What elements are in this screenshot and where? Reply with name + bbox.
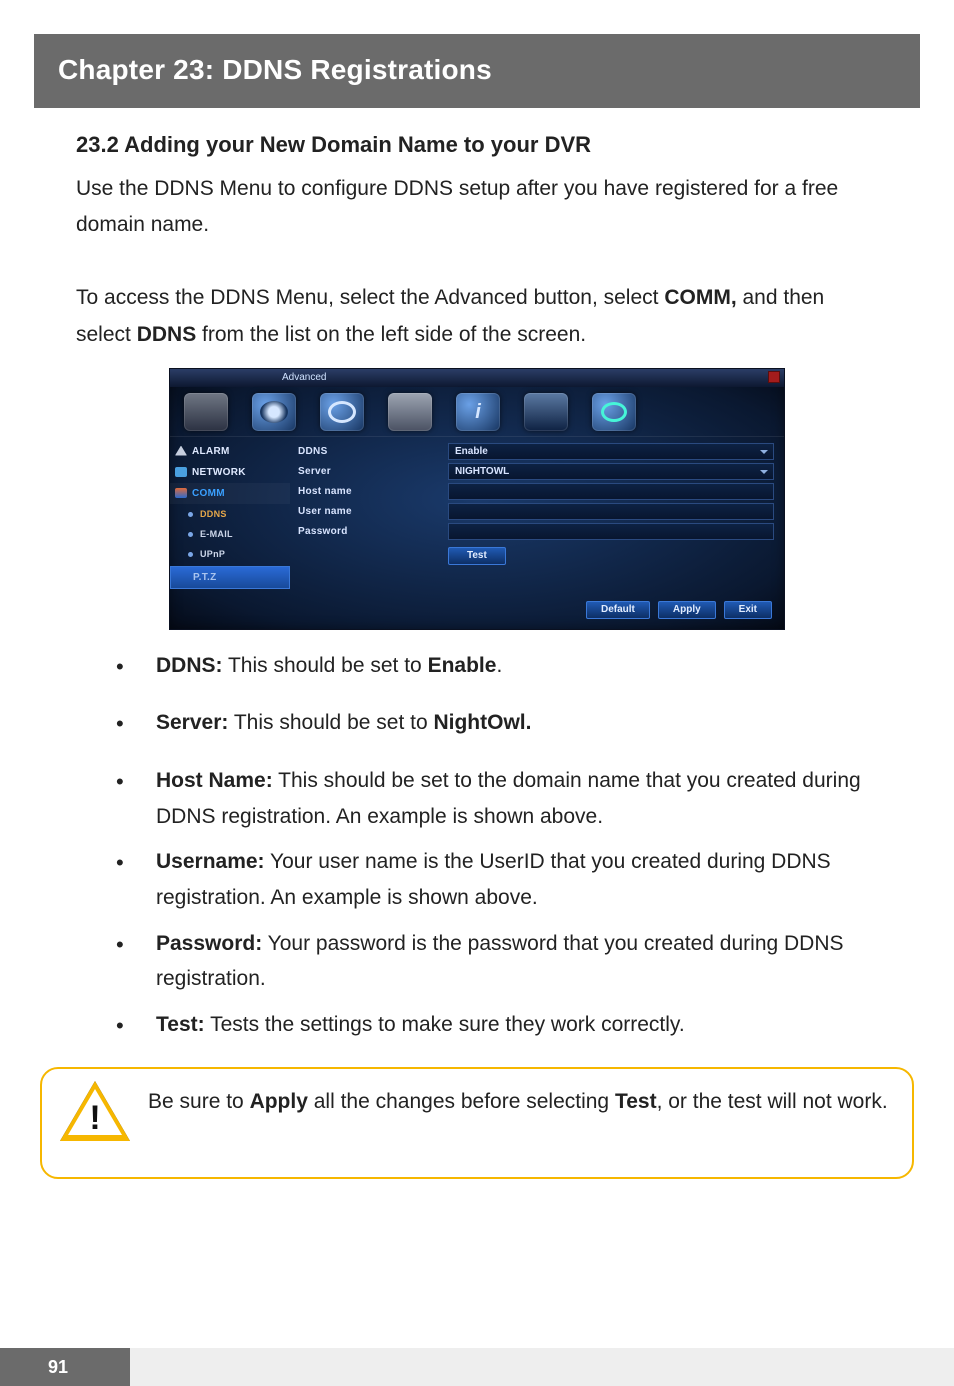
sidebar-subitem-email[interactable]: E-MAIL	[170, 524, 290, 544]
bold-comm: COMM,	[664, 286, 736, 309]
default-button[interactable]: Default	[586, 601, 650, 619]
section-heading: 23.2 Adding your New Domain Name to your…	[76, 126, 878, 165]
select-ddns-enable[interactable]: Enable	[448, 443, 774, 460]
dvr-footer: Default Apply Exit	[170, 593, 784, 629]
toolbar-power-icon[interactable]	[592, 393, 636, 431]
sidebar-item-ptz[interactable]: P.T.Z	[170, 566, 290, 589]
bullet-text: .	[496, 654, 502, 677]
input-hostname[interactable]	[448, 483, 774, 500]
sidebar-item-network[interactable]: NETWORK	[170, 462, 290, 483]
sidebar-label: E-MAIL	[200, 529, 233, 539]
bullet-key: Server:	[156, 711, 228, 734]
intro-paragraph-1: Use the DDNS Menu to configure DDNS setu…	[76, 171, 878, 245]
dvr-toolbar	[170, 387, 784, 437]
bullet-text: This should be set to	[228, 711, 433, 734]
sidebar-label: UPnP	[200, 549, 225, 559]
bullet-key: Username:	[156, 850, 265, 873]
text-fragment: from the list on the left side of the sc…	[196, 323, 586, 346]
bullet-key: Host Name:	[156, 769, 273, 792]
text-fragment: , or the test will not work.	[657, 1090, 888, 1113]
select-server[interactable]: NIGHTOWL	[448, 463, 774, 480]
bullet-test: Test: Tests the settings to make sure th…	[116, 1007, 878, 1043]
bold-ddns: DDNS	[137, 323, 197, 346]
dvr-window-title: Advanced	[282, 372, 326, 383]
sidebar-label: P.T.Z	[193, 572, 217, 583]
bullet-text: This should be set to	[223, 654, 428, 677]
sidebar-label: COMM	[192, 488, 225, 499]
warning-icon: !	[60, 1081, 130, 1145]
bullet-key: DDNS:	[156, 654, 223, 677]
alarm-icon	[175, 446, 187, 456]
bold-apply: Apply	[250, 1090, 308, 1113]
label-username: User name	[298, 506, 448, 517]
bold-test: Test	[615, 1090, 657, 1113]
bullet-key: Test:	[156, 1013, 205, 1036]
bullet-hostname: Host Name: This should be set to the dom…	[116, 763, 878, 834]
sidebar-label: NETWORK	[192, 467, 246, 478]
exit-button[interactable]: Exit	[724, 601, 772, 619]
bullet-ddns: DDNS: This should be set to Enable.	[116, 648, 878, 684]
bullet-value: NightOwl.	[433, 711, 531, 734]
toolbar-settings-icon[interactable]	[252, 393, 296, 431]
toolbar-search-icon[interactable]	[320, 393, 364, 431]
bullet-key: Password:	[156, 932, 262, 955]
caution-text: Be sure to Apply all the changes before …	[148, 1079, 888, 1121]
comm-icon	[175, 488, 187, 498]
sidebar-label: DDNS	[200, 509, 227, 519]
dvr-sidebar: ALARM NETWORK COMM DDNS E-MAIL UPnP P.T.…	[170, 437, 290, 593]
chapter-title: Chapter 23: DDNS Registrations	[58, 54, 896, 86]
close-icon[interactable]	[768, 371, 780, 383]
label-server: Server	[298, 466, 448, 477]
bullet-value: Enable	[428, 654, 497, 677]
bullet-server: Server: This should be set to NightOwl.	[116, 705, 878, 741]
label-ddns: DDNS	[298, 446, 448, 457]
dvr-form-panel: DDNS Enable Server NIGHTOWL Host name Us…	[290, 437, 784, 593]
text-fragment: Be sure to	[148, 1090, 250, 1113]
intro-paragraph-2: To access the DDNS Menu, select the Adva…	[76, 280, 878, 354]
bullet-password: Password: Your password is the password …	[116, 926, 878, 997]
page-number: 91	[0, 1348, 130, 1386]
sidebar-item-comm[interactable]: COMM	[170, 483, 290, 504]
toolbar-maintenance-icon[interactable]	[524, 393, 568, 431]
chapter-header: Chapter 23: DDNS Registrations	[34, 34, 920, 108]
input-username[interactable]	[448, 503, 774, 520]
label-password: Password	[298, 526, 448, 537]
bullet-username: Username: Your user name is the UserID t…	[116, 844, 878, 915]
footer-bar	[130, 1348, 954, 1386]
dvr-titlebar: Advanced	[170, 369, 784, 387]
sidebar-subitem-upnp[interactable]: UPnP	[170, 544, 290, 564]
toolbar-storage-icon[interactable]	[388, 393, 432, 431]
text-fragment: To access the DDNS Menu, select the Adva…	[76, 286, 664, 309]
sidebar-label: ALARM	[192, 446, 230, 457]
text-fragment: all the changes before selecting	[308, 1090, 615, 1113]
sidebar-subitem-ddns[interactable]: DDNS	[170, 504, 290, 524]
toolbar-info-icon[interactable]	[456, 393, 500, 431]
toolbar-system-icon[interactable]	[184, 393, 228, 431]
bullet-list: DDNS: This should be set to Enable. Serv…	[0, 644, 954, 1043]
label-hostname: Host name	[298, 486, 448, 497]
dvr-screenshot: Advanced ALARM NETWORK COMM DDNS E-MAIL …	[169, 368, 785, 630]
page-footer: 91	[0, 1348, 954, 1386]
apply-button[interactable]: Apply	[658, 601, 716, 619]
input-password[interactable]	[448, 523, 774, 540]
test-button[interactable]: Test	[448, 547, 506, 565]
network-icon	[175, 467, 187, 477]
bullet-text: Tests the settings to make sure they wor…	[205, 1013, 685, 1036]
sidebar-item-alarm[interactable]: ALARM	[170, 441, 290, 462]
caution-box: ! Be sure to Apply all the changes befor…	[40, 1067, 914, 1179]
